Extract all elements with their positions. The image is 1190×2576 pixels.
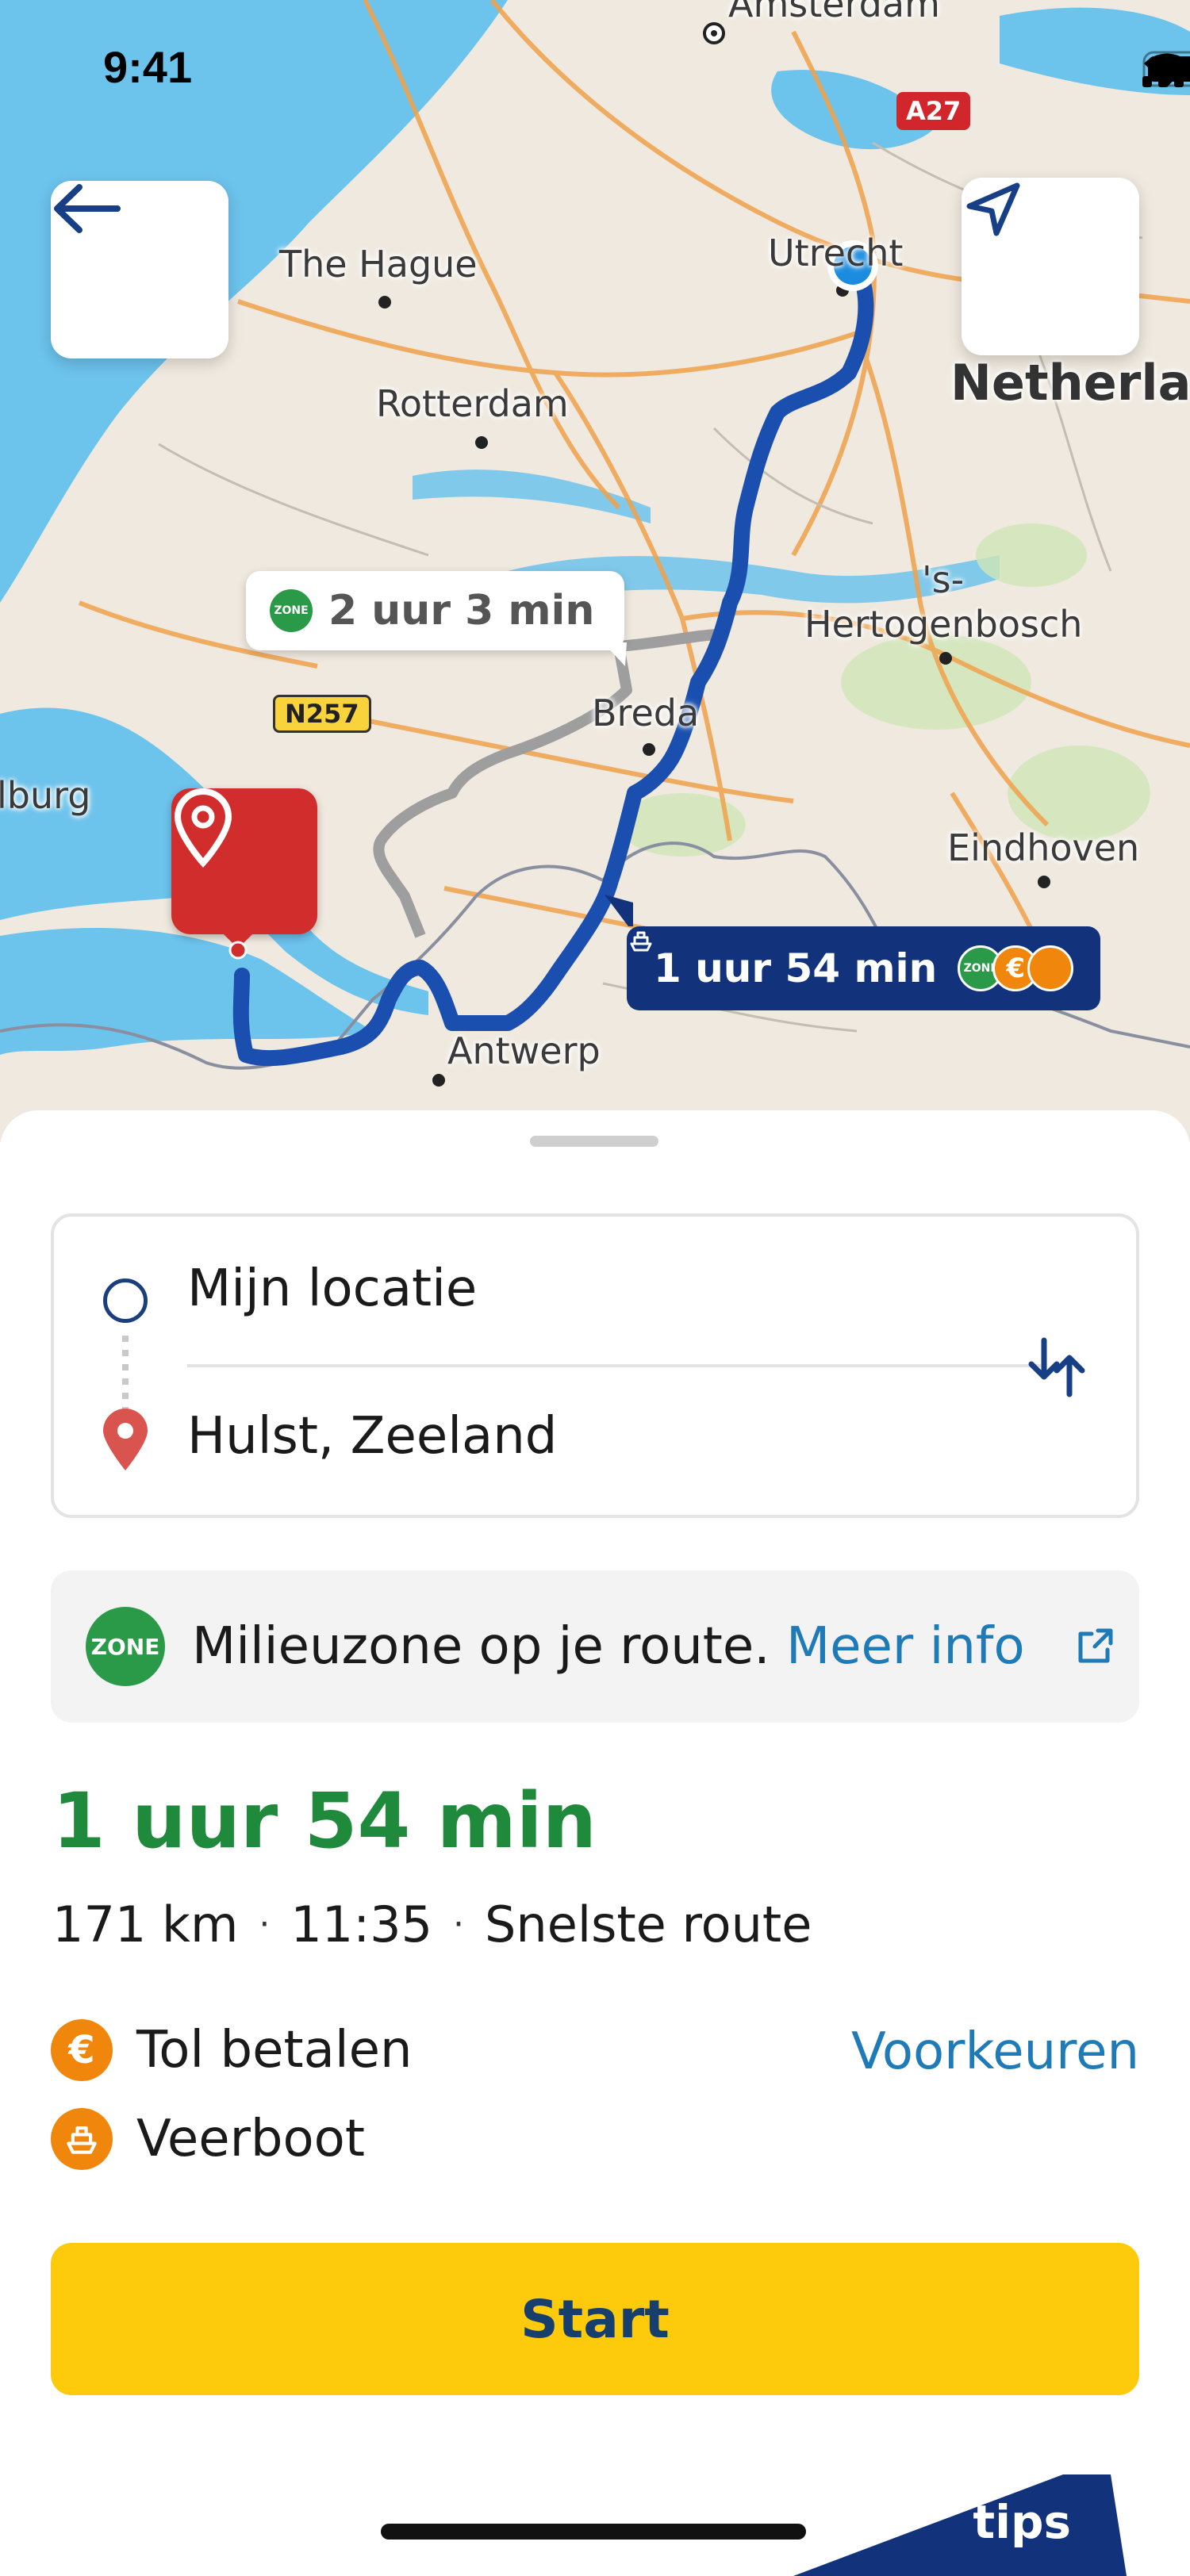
arrival-time: 11:35 <box>290 1896 433 1953</box>
more-info-link[interactable]: Meer info <box>786 1617 1025 1676</box>
back-button[interactable] <box>51 181 228 358</box>
destination-marker-tail <box>221 931 255 960</box>
zone-badge-icon: ZONE <box>86 1607 165 1686</box>
route-feature-badges: ZONE € <box>630 931 1074 991</box>
feature-ferry-label: Veerboot <box>136 2110 365 2168</box>
origin-field[interactable]: Mijn locatie <box>187 1259 477 1318</box>
route-connector-dots <box>122 1336 129 1412</box>
route-sheet: Mijn locatie Hulst, Zeeland ZONE Milieuz… <box>0 1110 1190 2576</box>
status-bar-time: 9:41 <box>103 42 193 92</box>
road-shield-a27: A27 <box>896 92 971 130</box>
environmental-zone-banner: ZONE Milieuzone op je route. Meer info <box>51 1570 1139 1723</box>
start-button[interactable]: Start <box>51 2243 1139 2395</box>
alt-route-callout[interactable]: ZONE 2 uur 3 min <box>246 571 625 650</box>
city-label-tilburg: lburg <box>0 774 91 817</box>
origin-circle-icon <box>103 1278 148 1323</box>
location-pin-icon <box>103 1409 148 1470</box>
destination-marker[interactable] <box>171 788 317 934</box>
city-label-amsterdam: Amsterdam <box>728 0 940 25</box>
preferences-link[interactable]: Voorkeuren <box>851 2022 1139 2081</box>
route-map[interactable]: Amsterdam The Hague Utrecht Netherla Rot… <box>0 0 1190 1142</box>
feature-ferry: Veerboot <box>51 2108 365 2170</box>
home-indicator[interactable] <box>381 2524 806 2540</box>
city-label-s: 's- <box>922 558 965 601</box>
locate-me-button[interactable] <box>962 178 1139 355</box>
battery-icon <box>1142 51 1190 87</box>
euro-icon: € <box>51 2019 113 2081</box>
city-label-eindhoven: Eindhoven <box>947 826 1140 869</box>
navigation-arrow-icon <box>966 182 1020 236</box>
arrow-left-icon <box>54 184 121 233</box>
country-label-netherlands: Netherla <box>950 354 1190 412</box>
ferry-icon <box>51 2108 113 2170</box>
route-distance: 171 km <box>52 1896 239 1953</box>
city-label-breda: Breda <box>592 692 700 734</box>
city-label-utrecht: Utrecht <box>768 232 904 274</box>
main-route-callout[interactable]: 1 uur 54 min ZONE € <box>627 926 1101 1010</box>
feature-toll: € Tol betalen <box>51 2019 413 2081</box>
destination-field[interactable]: Hulst, Zeeland <box>187 1407 557 1466</box>
route-type: Snelste route <box>485 1896 812 1953</box>
zone-banner-text: Milieuzone op je route. Meer info <box>192 1617 1025 1676</box>
city-label-hertogenbosch: Hertogenbosch <box>804 603 1083 646</box>
route-input-card: Mijn locatie Hulst, Zeeland <box>51 1213 1139 1518</box>
callout-tail <box>603 642 627 666</box>
sheet-grabber[interactable] <box>530 1136 658 1147</box>
ferry-icon <box>630 931 1074 991</box>
city-label-the-hague: The Hague <box>279 243 478 286</box>
swap-arrows-icon <box>1028 1337 1085 1397</box>
alt-route-duration: 2 uur 3 min <box>328 587 595 634</box>
feature-toll-label: Tol betalen <box>136 2021 413 2080</box>
swap-route-button[interactable] <box>1017 1328 1096 1407</box>
external-link-icon[interactable] <box>1071 1623 1119 1670</box>
location-pin-icon <box>174 788 232 868</box>
route-duration: 1 uur 54 min <box>52 1777 597 1865</box>
road-shield-n257: N257 <box>273 695 371 733</box>
main-route-duration: 1 uur 54 min <box>654 945 938 991</box>
tips-label[interactable]: tips <box>973 2495 1071 2549</box>
zone-badge-icon: ZONE <box>270 589 313 632</box>
separator: · <box>259 1904 271 1945</box>
zone-banner-message: Milieuzone op je route. <box>192 1617 770 1676</box>
city-label-antwerp: Antwerp <box>447 1029 601 1072</box>
city-label-rotterdam: Rotterdam <box>376 382 569 425</box>
separator: · <box>453 1904 465 1945</box>
route-meta: 171 km · 11:35 · Snelste route <box>52 1896 812 1953</box>
divider <box>187 1364 1041 1367</box>
